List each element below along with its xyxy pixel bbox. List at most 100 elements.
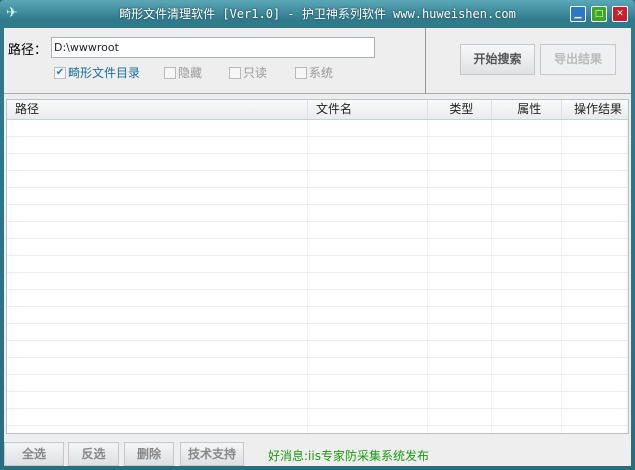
table-cell bbox=[308, 341, 428, 357]
table-row bbox=[7, 409, 628, 426]
table-row bbox=[7, 358, 628, 375]
path-label: 路径： bbox=[8, 43, 48, 58]
column-header-attributes[interactable]: 属性 bbox=[492, 100, 563, 119]
checkbox-label: 畸形文件目录 bbox=[68, 66, 141, 80]
table-cell bbox=[562, 307, 628, 323]
table-cell bbox=[308, 375, 428, 391]
table-row bbox=[7, 307, 628, 324]
table-cell bbox=[492, 290, 563, 306]
table-cell bbox=[562, 154, 628, 170]
checkbox-system[interactable]: 系统 bbox=[295, 65, 333, 81]
table-cell bbox=[7, 290, 309, 306]
table-cell bbox=[562, 120, 628, 136]
table-row bbox=[7, 392, 628, 409]
table-cell bbox=[562, 273, 628, 289]
table-cell bbox=[428, 137, 493, 153]
tech-support-button[interactable]: 技术支持 bbox=[180, 442, 244, 466]
table-cell bbox=[562, 324, 628, 340]
invert-selection-button[interactable]: 反选 bbox=[68, 442, 119, 466]
table-header: 路径 文件名 类型 属性 操作结果 bbox=[7, 100, 628, 120]
minimize-button[interactable]: ▁ bbox=[570, 6, 586, 22]
table-cell bbox=[492, 375, 563, 391]
checkbox-readonly[interactable]: 只读 bbox=[229, 65, 267, 81]
maximize-button[interactable]: □ bbox=[591, 6, 607, 22]
table-cell bbox=[428, 307, 493, 323]
checkbox-label: 系统 bbox=[309, 66, 334, 80]
close-button[interactable]: ✕ bbox=[612, 6, 628, 22]
table-cell bbox=[308, 222, 428, 238]
table-cell bbox=[7, 307, 309, 323]
window-title: 畸形文件清理软件 [Ver1.0] - 护卫神系列软件 www.huweishe… bbox=[119, 7, 516, 21]
column-header-filename[interactable]: 文件名 bbox=[308, 100, 428, 119]
table-cell bbox=[492, 392, 563, 408]
table-row bbox=[7, 290, 628, 307]
column-header-type[interactable]: 类型 bbox=[428, 100, 493, 119]
table-cell bbox=[428, 171, 493, 187]
table-cell bbox=[562, 222, 628, 238]
table-cell bbox=[562, 392, 628, 408]
table-cell bbox=[7, 137, 309, 153]
table-cell bbox=[308, 290, 428, 306]
table-cell bbox=[308, 273, 428, 289]
table-row bbox=[7, 137, 628, 154]
table-row bbox=[7, 205, 628, 222]
table-row bbox=[7, 426, 628, 433]
table-cell bbox=[7, 409, 309, 425]
checkbox-icon bbox=[229, 67, 241, 79]
table-cell bbox=[492, 154, 563, 170]
path-input[interactable]: D:\wwwroot bbox=[51, 37, 375, 58]
table-cell bbox=[308, 307, 428, 323]
table-cell bbox=[492, 188, 563, 204]
table-cell bbox=[428, 392, 493, 408]
table-cell bbox=[308, 409, 428, 425]
table-cell bbox=[562, 171, 628, 187]
table-cell bbox=[7, 341, 309, 357]
table-cell bbox=[428, 222, 493, 238]
checkbox-malformed-dir[interactable]: ✔ 畸形文件目录 bbox=[54, 65, 140, 81]
checkbox-label: 只读 bbox=[243, 66, 268, 80]
table-cell bbox=[308, 205, 428, 221]
news-link[interactable]: 好消息:iis专家防采集系统发布 bbox=[268, 447, 429, 464]
checkbox-checked-icon: ✔ bbox=[54, 67, 66, 79]
checkbox-hidden[interactable]: 隐藏 bbox=[164, 65, 202, 81]
table-cell bbox=[308, 358, 428, 374]
table-cell bbox=[7, 324, 309, 340]
table-cell bbox=[428, 409, 493, 425]
export-results-button[interactable]: 导出结果 bbox=[540, 44, 616, 75]
table-row bbox=[7, 222, 628, 239]
table-cell bbox=[7, 239, 309, 255]
table-row bbox=[7, 256, 628, 273]
table-cell bbox=[308, 256, 428, 272]
table-cell bbox=[562, 205, 628, 221]
table-body bbox=[7, 120, 628, 433]
divider bbox=[425, 28, 426, 94]
table-cell bbox=[428, 290, 493, 306]
checkbox-label: 隐藏 bbox=[178, 66, 203, 80]
client-area: 路径： D:\wwwroot ✔ 畸形文件目录 隐藏 只读 系统 开始搜索 导出结… bbox=[4, 28, 631, 466]
table-cell bbox=[562, 409, 628, 425]
column-header-result[interactable]: 操作结果 bbox=[562, 100, 628, 119]
table-cell bbox=[562, 137, 628, 153]
table-cell bbox=[492, 341, 563, 357]
table-cell bbox=[7, 171, 309, 187]
table-cell bbox=[492, 239, 563, 255]
table-row bbox=[7, 120, 628, 137]
table-cell bbox=[308, 426, 428, 433]
table-cell bbox=[308, 239, 428, 255]
table-cell bbox=[428, 188, 493, 204]
table-row bbox=[7, 324, 628, 341]
table-cell bbox=[562, 188, 628, 204]
table-cell bbox=[7, 154, 309, 170]
select-all-button[interactable]: 全选 bbox=[4, 442, 64, 466]
delete-button[interactable]: 删除 bbox=[124, 442, 174, 466]
table-cell bbox=[7, 222, 309, 238]
table-cell bbox=[492, 137, 563, 153]
start-search-button[interactable]: 开始搜索 bbox=[460, 44, 535, 75]
table-cell bbox=[492, 273, 563, 289]
table-cell bbox=[492, 171, 563, 187]
table-row bbox=[7, 154, 628, 171]
table-cell bbox=[308, 154, 428, 170]
table-cell bbox=[7, 392, 309, 408]
footer-bar: 全选 反选 删除 技术支持 好消息:iis专家防采集系统发布 bbox=[4, 438, 631, 466]
column-header-path[interactable]: 路径 bbox=[7, 100, 308, 119]
